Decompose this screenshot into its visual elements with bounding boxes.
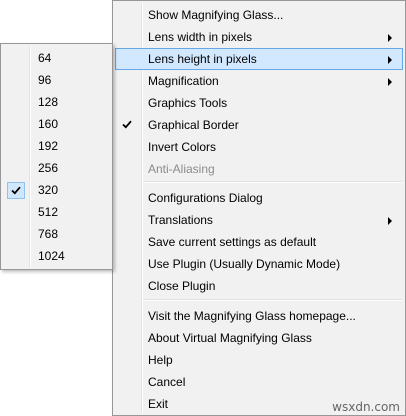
menu-item-label: Translations bbox=[148, 213, 213, 227]
menu-item-label: Lens width in pixels bbox=[148, 30, 253, 44]
menu-item-graphics-tools[interactable]: Graphics Tools bbox=[115, 92, 403, 114]
submenu-item-160[interactable]: 160 bbox=[3, 113, 110, 135]
submenu-arrow-icon bbox=[388, 217, 392, 225]
checkmark-icon bbox=[119, 117, 137, 134]
submenu-item-label: 64 bbox=[38, 51, 52, 65]
menu-item-about-virtual-magnifying-glass[interactable]: About Virtual Magnifying Glass bbox=[115, 327, 403, 349]
menu-item-show-magnifying-glass[interactable]: Show Magnifying Glass... bbox=[115, 4, 403, 26]
menu-item-help[interactable]: Help bbox=[115, 349, 403, 371]
menu-item-label: Anti-Aliasing bbox=[148, 162, 215, 176]
menu-item-label: Close Plugin bbox=[148, 279, 216, 293]
submenu-item-512[interactable]: 512 bbox=[3, 201, 110, 223]
submenu-item-256[interactable]: 256 bbox=[3, 157, 110, 179]
submenu-item-label: 96 bbox=[38, 73, 52, 87]
submenu-item-768[interactable]: 768 bbox=[3, 223, 110, 245]
menu-item-label: Use Plugin (Usually Dynamic Mode) bbox=[148, 257, 341, 271]
menu-item-label: Invert Colors bbox=[148, 140, 217, 154]
menu-item-configurations-dialog[interactable]: Configurations Dialog bbox=[115, 187, 403, 209]
submenu-item-192[interactable]: 192 bbox=[3, 135, 110, 157]
submenu-arrow-icon bbox=[388, 56, 392, 64]
menu-item-label: Magnification bbox=[148, 74, 219, 88]
menu-item-label: Visit the Magnifying Glass homepage... bbox=[148, 309, 356, 323]
menu-item-lens-width-in-pixels[interactable]: Lens width in pixels bbox=[115, 26, 403, 48]
menu-item-label: Graphical Border bbox=[148, 118, 239, 132]
menu-item-use-plugin-usually-dynamic-mode[interactable]: Use Plugin (Usually Dynamic Mode) bbox=[115, 253, 403, 275]
submenu-item-label: 128 bbox=[38, 95, 59, 109]
menu-item-invert-colors[interactable]: Invert Colors bbox=[115, 136, 403, 158]
submenu-item-label: 256 bbox=[38, 161, 59, 175]
menu-item-anti-aliasing: Anti-Aliasing bbox=[115, 158, 403, 180]
menu-item-label: Lens height in pixels bbox=[148, 52, 257, 66]
menu-item-label: About Virtual Magnifying Glass bbox=[148, 331, 312, 345]
submenu-item-64[interactable]: 64 bbox=[3, 47, 110, 69]
menu-separator bbox=[143, 299, 402, 301]
context-menu: Show Magnifying Glass... Lens width in pi… bbox=[112, 0, 406, 416]
watermark: wsxdn.com bbox=[332, 400, 400, 414]
menu-item-label: Show Magnifying Glass... bbox=[148, 8, 284, 22]
menu-item-lens-height-in-pixels[interactable]: Lens height in pixels bbox=[115, 48, 403, 70]
menu-item-label: Configurations Dialog bbox=[148, 191, 263, 205]
lens-height-submenu: 64 96 128 160 192 256 320 512 768 1024 bbox=[0, 43, 113, 270]
menu-item-graphical-border[interactable]: Graphical Border bbox=[115, 114, 403, 136]
submenu-item-96[interactable]: 96 bbox=[3, 69, 110, 91]
menu-item-translations[interactable]: Translations bbox=[115, 209, 403, 231]
menu-item-save-current-settings-as-default[interactable]: Save current settings as default bbox=[115, 231, 403, 253]
submenu-arrow-icon bbox=[388, 78, 392, 86]
submenu-item-label: 320 bbox=[38, 183, 59, 197]
menu-item-magnification[interactable]: Magnification bbox=[115, 70, 403, 92]
menu-item-label: Help bbox=[148, 353, 173, 367]
menu-item-visit-the-magnifying-glass-homepage[interactable]: Visit the Magnifying Glass homepage... bbox=[115, 305, 403, 327]
menu-item-label: Exit bbox=[148, 397, 169, 411]
menu-item-close-plugin[interactable]: Close Plugin bbox=[115, 275, 403, 297]
submenu-item-label: 1024 bbox=[38, 249, 65, 263]
menu-item-cancel[interactable]: Cancel bbox=[115, 371, 403, 393]
submenu-item-label: 192 bbox=[38, 139, 59, 153]
submenu-item-label: 512 bbox=[38, 205, 59, 219]
submenu-item-320[interactable]: 320 bbox=[3, 179, 110, 201]
menu-item-label: Graphics Tools bbox=[148, 96, 228, 110]
checkmark-icon bbox=[7, 182, 25, 199]
submenu-item-1024[interactable]: 1024 bbox=[3, 245, 110, 267]
menu-item-label: Cancel bbox=[148, 375, 186, 389]
submenu-arrow-icon bbox=[388, 34, 392, 42]
submenu-item-label: 768 bbox=[38, 227, 59, 241]
submenu-item-128[interactable]: 128 bbox=[3, 91, 110, 113]
menu-item-label: Save current settings as default bbox=[148, 235, 317, 249]
submenu-item-label: 160 bbox=[38, 117, 59, 131]
menu-separator bbox=[143, 181, 402, 183]
